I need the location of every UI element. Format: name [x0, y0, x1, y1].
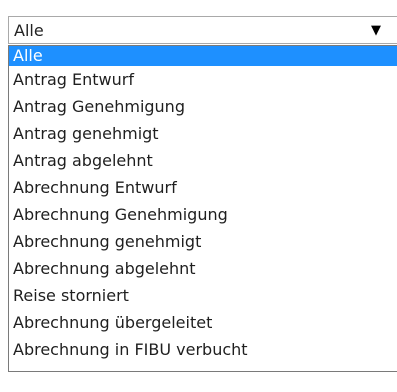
select-option-antrag-genehmigt[interactable]: Antrag genehmigt: [9, 120, 397, 147]
select-option-abrechnung-in-fibu-verbucht[interactable]: Abrechnung in FIBU verbucht: [9, 336, 397, 363]
select-option-abrechnung-genehmigung[interactable]: Abrechnung Genehmigung: [9, 201, 397, 228]
select-option-abrechnung-entwurf[interactable]: Abrechnung Entwurf: [9, 174, 397, 201]
select-option-abrechnung-uebergeleitet[interactable]: Abrechnung übergeleitet: [9, 309, 397, 336]
status-select[interactable]: Alle ▼ Alle Antrag Entwurf Antrag Genehm…: [8, 16, 397, 372]
select-option-antrag-genehmigung[interactable]: Antrag Genehmigung: [9, 93, 397, 120]
select-current-value: Alle: [14, 21, 44, 40]
select-option-antrag-entwurf[interactable]: Antrag Entwurf: [9, 66, 397, 93]
select-option-alle[interactable]: Alle: [9, 46, 397, 66]
dropdown-triangle-icon[interactable]: ▼: [371, 22, 381, 40]
select-box[interactable]: Alle ▼: [8, 16, 397, 44]
select-option-abrechnung-genehmigt[interactable]: Abrechnung genehmigt: [9, 228, 397, 255]
select-option-reise-storniert[interactable]: Reise storniert: [9, 282, 397, 309]
select-options-list: Alle Antrag Entwurf Antrag Genehmigung A…: [8, 45, 397, 372]
select-option-abrechnung-abgelehnt[interactable]: Abrechnung abgelehnt: [9, 255, 397, 282]
select-option-antrag-abgelehnt[interactable]: Antrag abgelehnt: [9, 147, 397, 174]
